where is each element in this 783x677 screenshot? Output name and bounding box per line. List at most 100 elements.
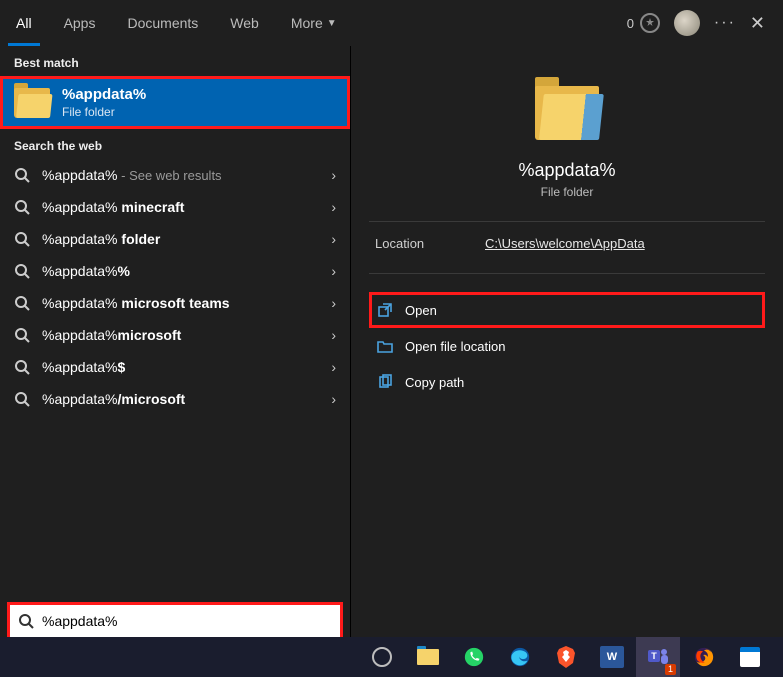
- web-result-label: %appdata%microsoft: [42, 327, 319, 343]
- brave-icon: [556, 646, 576, 668]
- folder-open-icon: [377, 338, 393, 354]
- word-icon: W: [600, 646, 624, 668]
- web-result-item[interactable]: %appdata% minecraft ›: [0, 191, 350, 223]
- chevron-right-icon[interactable]: ›: [331, 231, 336, 247]
- preview-title: %appdata%: [518, 160, 615, 181]
- results-panel: Best match %appdata% File folder Search …: [0, 46, 350, 637]
- tab-web[interactable]: Web: [214, 0, 275, 46]
- web-result-item[interactable]: %appdata%$ ›: [0, 351, 350, 383]
- file-explorer-button[interactable]: [406, 637, 450, 677]
- calendar-button[interactable]: [728, 637, 772, 677]
- web-result-label: %appdata% minecraft: [42, 199, 319, 215]
- firefox-icon: [693, 646, 715, 668]
- web-result-item[interactable]: %appdata%/microsoft ›: [0, 383, 350, 415]
- search-icon: [14, 359, 30, 375]
- whatsapp-icon: [463, 646, 485, 668]
- calendar-icon: [740, 647, 760, 667]
- chevron-right-icon[interactable]: ›: [331, 167, 336, 183]
- web-result-label: %appdata% microsoft teams: [42, 295, 319, 311]
- web-result-item[interactable]: %appdata% - See web results ›: [0, 159, 350, 191]
- location-row: Location C:\Users\welcome\AppData: [369, 236, 765, 251]
- action-copy-path[interactable]: Copy path: [369, 364, 765, 400]
- location-label: Location: [375, 236, 485, 251]
- chevron-right-icon[interactable]: ›: [331, 199, 336, 215]
- edge-button[interactable]: [498, 637, 542, 677]
- tab-label: Apps: [64, 15, 96, 31]
- web-result-item[interactable]: %appdata% folder ›: [0, 223, 350, 255]
- header-right: 0 ··· ✕: [627, 10, 775, 36]
- word-button[interactable]: W: [590, 637, 634, 677]
- tab-all[interactable]: All: [0, 0, 48, 46]
- search-input[interactable]: [42, 613, 332, 629]
- folder-icon: [14, 88, 50, 118]
- tab-apps[interactable]: Apps: [48, 0, 112, 46]
- best-match-subtitle: File folder: [62, 105, 146, 119]
- web-result-item[interactable]: %appdata%microsoft ›: [0, 319, 350, 351]
- search-icon: [18, 613, 34, 629]
- location-link[interactable]: C:\Users\welcome\AppData: [485, 236, 645, 251]
- search-icon: [14, 263, 30, 279]
- cortana-icon: [372, 647, 392, 667]
- web-result-label: %appdata% folder: [42, 231, 319, 247]
- medal-icon: [640, 13, 660, 33]
- firefox-button[interactable]: [682, 637, 726, 677]
- preview-subtitle: File folder: [541, 185, 594, 199]
- action-label: Open: [405, 303, 437, 318]
- web-result-item[interactable]: %appdata%% ›: [0, 255, 350, 287]
- web-result-label: %appdata%$: [42, 359, 319, 375]
- web-result-label: %appdata%/microsoft: [42, 391, 319, 407]
- divider: [369, 221, 765, 222]
- action-label: Copy path: [405, 375, 464, 390]
- web-result-label: %appdata% - See web results: [42, 167, 319, 183]
- chevron-right-icon[interactable]: ›: [331, 295, 336, 311]
- action-label: Open file location: [405, 339, 505, 354]
- tab-label: Web: [230, 15, 259, 31]
- user-avatar[interactable]: [674, 10, 700, 36]
- tab-label: More: [291, 15, 323, 31]
- section-best-match: Best match: [0, 46, 350, 76]
- cortana-button[interactable]: [360, 637, 404, 677]
- action-open-file-location[interactable]: Open file location: [369, 328, 765, 364]
- search-tabs: All Apps Documents Web More ▼: [0, 0, 353, 46]
- file-explorer-icon: [417, 649, 439, 665]
- reward-points: 0: [627, 16, 634, 31]
- chevron-right-icon[interactable]: ›: [331, 391, 336, 407]
- whatsapp-button[interactable]: [452, 637, 496, 677]
- preview-panel: %appdata% File folder Location C:\Users\…: [350, 46, 783, 637]
- tab-label: All: [16, 15, 32, 31]
- close-button[interactable]: ✕: [750, 14, 765, 32]
- tab-documents[interactable]: Documents: [111, 0, 214, 46]
- brave-button[interactable]: [544, 637, 588, 677]
- search-box[interactable]: [10, 605, 340, 637]
- rewards-indicator[interactable]: 0: [627, 13, 660, 33]
- chevron-down-icon: ▼: [327, 18, 337, 29]
- web-results-list: %appdata% - See web results › %appdata% …: [0, 159, 350, 415]
- teams-button[interactable]: T 1: [636, 637, 680, 677]
- best-match-item[interactable]: %appdata% File folder: [0, 76, 350, 129]
- action-open[interactable]: Open: [369, 292, 765, 328]
- web-result-item[interactable]: %appdata% microsoft teams ›: [0, 287, 350, 319]
- chevron-right-icon[interactable]: ›: [331, 263, 336, 279]
- more-options-icon[interactable]: ···: [714, 15, 736, 31]
- search-icon: [14, 231, 30, 247]
- chevron-right-icon[interactable]: ›: [331, 359, 336, 375]
- header-bar: All Apps Documents Web More ▼ 0 ··· ✕: [0, 0, 783, 46]
- best-match-title: %appdata%: [62, 86, 146, 103]
- open-icon: [377, 302, 393, 318]
- web-result-label: %appdata%%: [42, 263, 319, 279]
- tab-more[interactable]: More ▼: [275, 0, 353, 46]
- tab-label: Documents: [127, 15, 198, 31]
- search-icon: [14, 391, 30, 407]
- search-icon: [14, 295, 30, 311]
- taskbar: W T 1: [0, 637, 783, 677]
- edge-icon: [509, 646, 531, 668]
- search-icon: [14, 327, 30, 343]
- divider: [369, 273, 765, 274]
- svg-text:T: T: [651, 651, 657, 661]
- search-icon: [14, 199, 30, 215]
- folder-icon: [535, 86, 599, 140]
- teams-badge: 1: [665, 664, 676, 675]
- copy-icon: [377, 374, 393, 390]
- chevron-right-icon[interactable]: ›: [331, 327, 336, 343]
- search-icon: [14, 167, 30, 183]
